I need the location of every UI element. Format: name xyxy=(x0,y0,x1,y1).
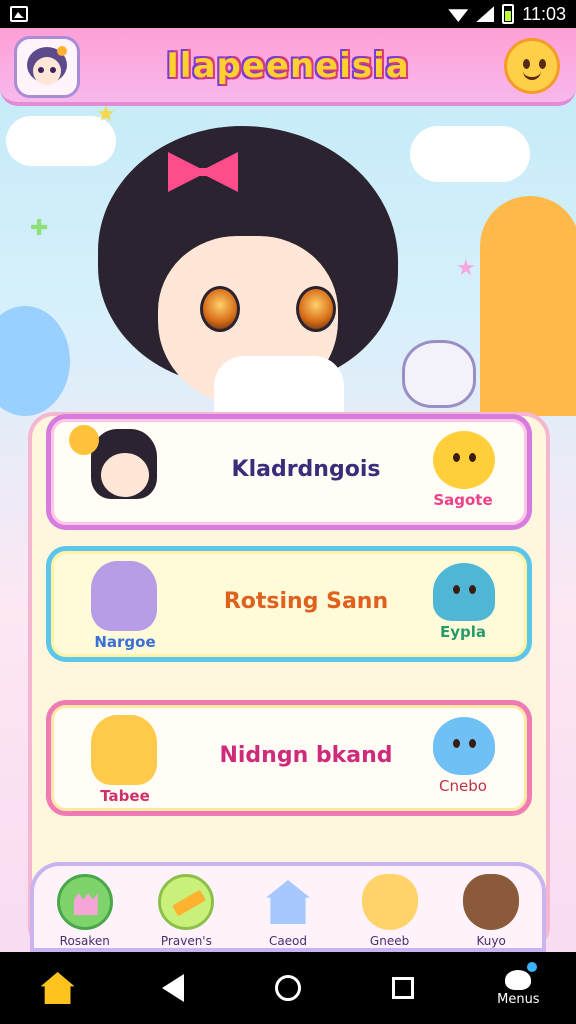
girl-avatar-icon xyxy=(27,46,67,85)
character-label: Tabee xyxy=(100,787,150,805)
mascot-eye xyxy=(469,453,476,462)
bottom-app-bar: Rosaken Praven's Caeod Gneeb Kuyo xyxy=(30,862,546,952)
app-item-gneeb[interactable]: Gneeb xyxy=(345,874,435,954)
card-title: Nidngn bkand xyxy=(219,743,393,768)
profile-avatar[interactable] xyxy=(14,36,80,98)
app-label: Rosaken xyxy=(59,934,110,948)
smiley-mouth xyxy=(523,71,541,80)
mascot-eye xyxy=(453,453,460,462)
notification-dot xyxy=(527,961,538,972)
card-mascot: Cnebo xyxy=(415,715,511,809)
character-body xyxy=(214,356,344,416)
app-item-rosaken[interactable]: Rosaken xyxy=(40,874,130,954)
orange-cat-icon xyxy=(91,715,157,785)
image-notification-icon xyxy=(10,6,28,22)
status-bar: 11:03 xyxy=(0,0,576,28)
menus-label: Menus xyxy=(497,991,540,1007)
pencil-icon xyxy=(158,874,215,930)
white-cat-icon xyxy=(402,340,476,408)
house-icon xyxy=(260,874,316,930)
card-character: Tabee xyxy=(65,713,175,809)
wifi-icon xyxy=(448,9,469,22)
home-circle-icon xyxy=(274,975,301,1001)
character-eye xyxy=(200,286,240,332)
hero-illustration: ★ ★ ✚ xyxy=(0,106,576,416)
sun-sticker-icon xyxy=(69,425,99,455)
card-title: Kladrdngois xyxy=(231,457,381,482)
card-mascot: Sagote xyxy=(415,429,511,523)
game-card[interactable]: Kladrdngois Sagote xyxy=(46,414,532,530)
app-label: Kuyo xyxy=(476,934,506,948)
purple-cat-icon xyxy=(91,561,157,631)
app-label: Gneeb xyxy=(369,934,410,948)
navigation-bar: Menus xyxy=(0,952,576,1024)
star-icon: ★ xyxy=(456,256,476,281)
app-item-pravens[interactable]: Praven's xyxy=(141,874,231,954)
home-app-button[interactable] xyxy=(28,958,88,1018)
slide-decoration xyxy=(480,196,576,416)
house-icon xyxy=(40,972,75,1004)
signal-icon xyxy=(476,6,495,22)
mascot-label: Sagote xyxy=(433,491,493,509)
card-character xyxy=(65,425,175,523)
cat-mascot-icon xyxy=(361,874,418,930)
mascot-eye xyxy=(453,739,460,748)
app-title: Ilapeeneisia xyxy=(166,46,410,86)
game-card[interactable]: Tabee Nidngn bkand Cnebo xyxy=(46,700,532,816)
balloon-decoration xyxy=(0,306,70,416)
card-title: Rotsing Sann xyxy=(223,589,389,614)
smiley-eye xyxy=(523,59,530,69)
mascot-eye xyxy=(469,585,476,594)
menus-button[interactable]: Menus xyxy=(488,958,548,1018)
status-icons: 11:03 xyxy=(448,4,566,25)
star-icon: ★ xyxy=(96,106,116,127)
home-button[interactable] xyxy=(258,958,318,1018)
recents-button[interactable] xyxy=(373,958,433,1018)
app-item-caeod[interactable]: Caeod xyxy=(243,874,333,954)
yellow-mascot-icon xyxy=(433,431,495,489)
app-item-kuyo[interactable]: Kuyo xyxy=(446,874,536,954)
blue-drop-mascot-icon xyxy=(433,717,495,775)
mascot-eye xyxy=(453,585,460,594)
back-button[interactable] xyxy=(143,958,203,1018)
app-header: Ilapeeneisia xyxy=(0,28,576,106)
app-label: Caeod xyxy=(268,934,308,948)
girl-face xyxy=(101,453,149,497)
smiley-eye xyxy=(539,59,546,69)
game-card[interactable]: Nargoe Rotsing Sann Eypla xyxy=(46,546,532,662)
creature-icon xyxy=(463,874,520,930)
mascot-label: Cnebo xyxy=(439,777,487,795)
status-time: 11:03 xyxy=(522,3,566,24)
star-icon: ✚ xyxy=(30,216,49,241)
cloud-face-decoration xyxy=(410,126,530,182)
app-label: Praven's xyxy=(160,934,212,948)
smiley-face-icon[interactable] xyxy=(504,38,560,94)
character-eye xyxy=(296,286,336,332)
card-mascot: Eypla xyxy=(415,561,511,655)
recents-square-icon xyxy=(392,977,415,999)
castle-icon xyxy=(56,874,113,930)
battery-icon xyxy=(502,4,515,24)
mascot-label: Eypla xyxy=(439,623,487,641)
back-icon xyxy=(161,974,184,1002)
menu-creature-icon xyxy=(505,961,538,990)
mascot-eye xyxy=(469,739,476,748)
blue-hair-mascot-icon xyxy=(433,563,495,621)
card-character: Nargoe xyxy=(65,559,175,655)
character-label: Nargoe xyxy=(94,633,156,651)
